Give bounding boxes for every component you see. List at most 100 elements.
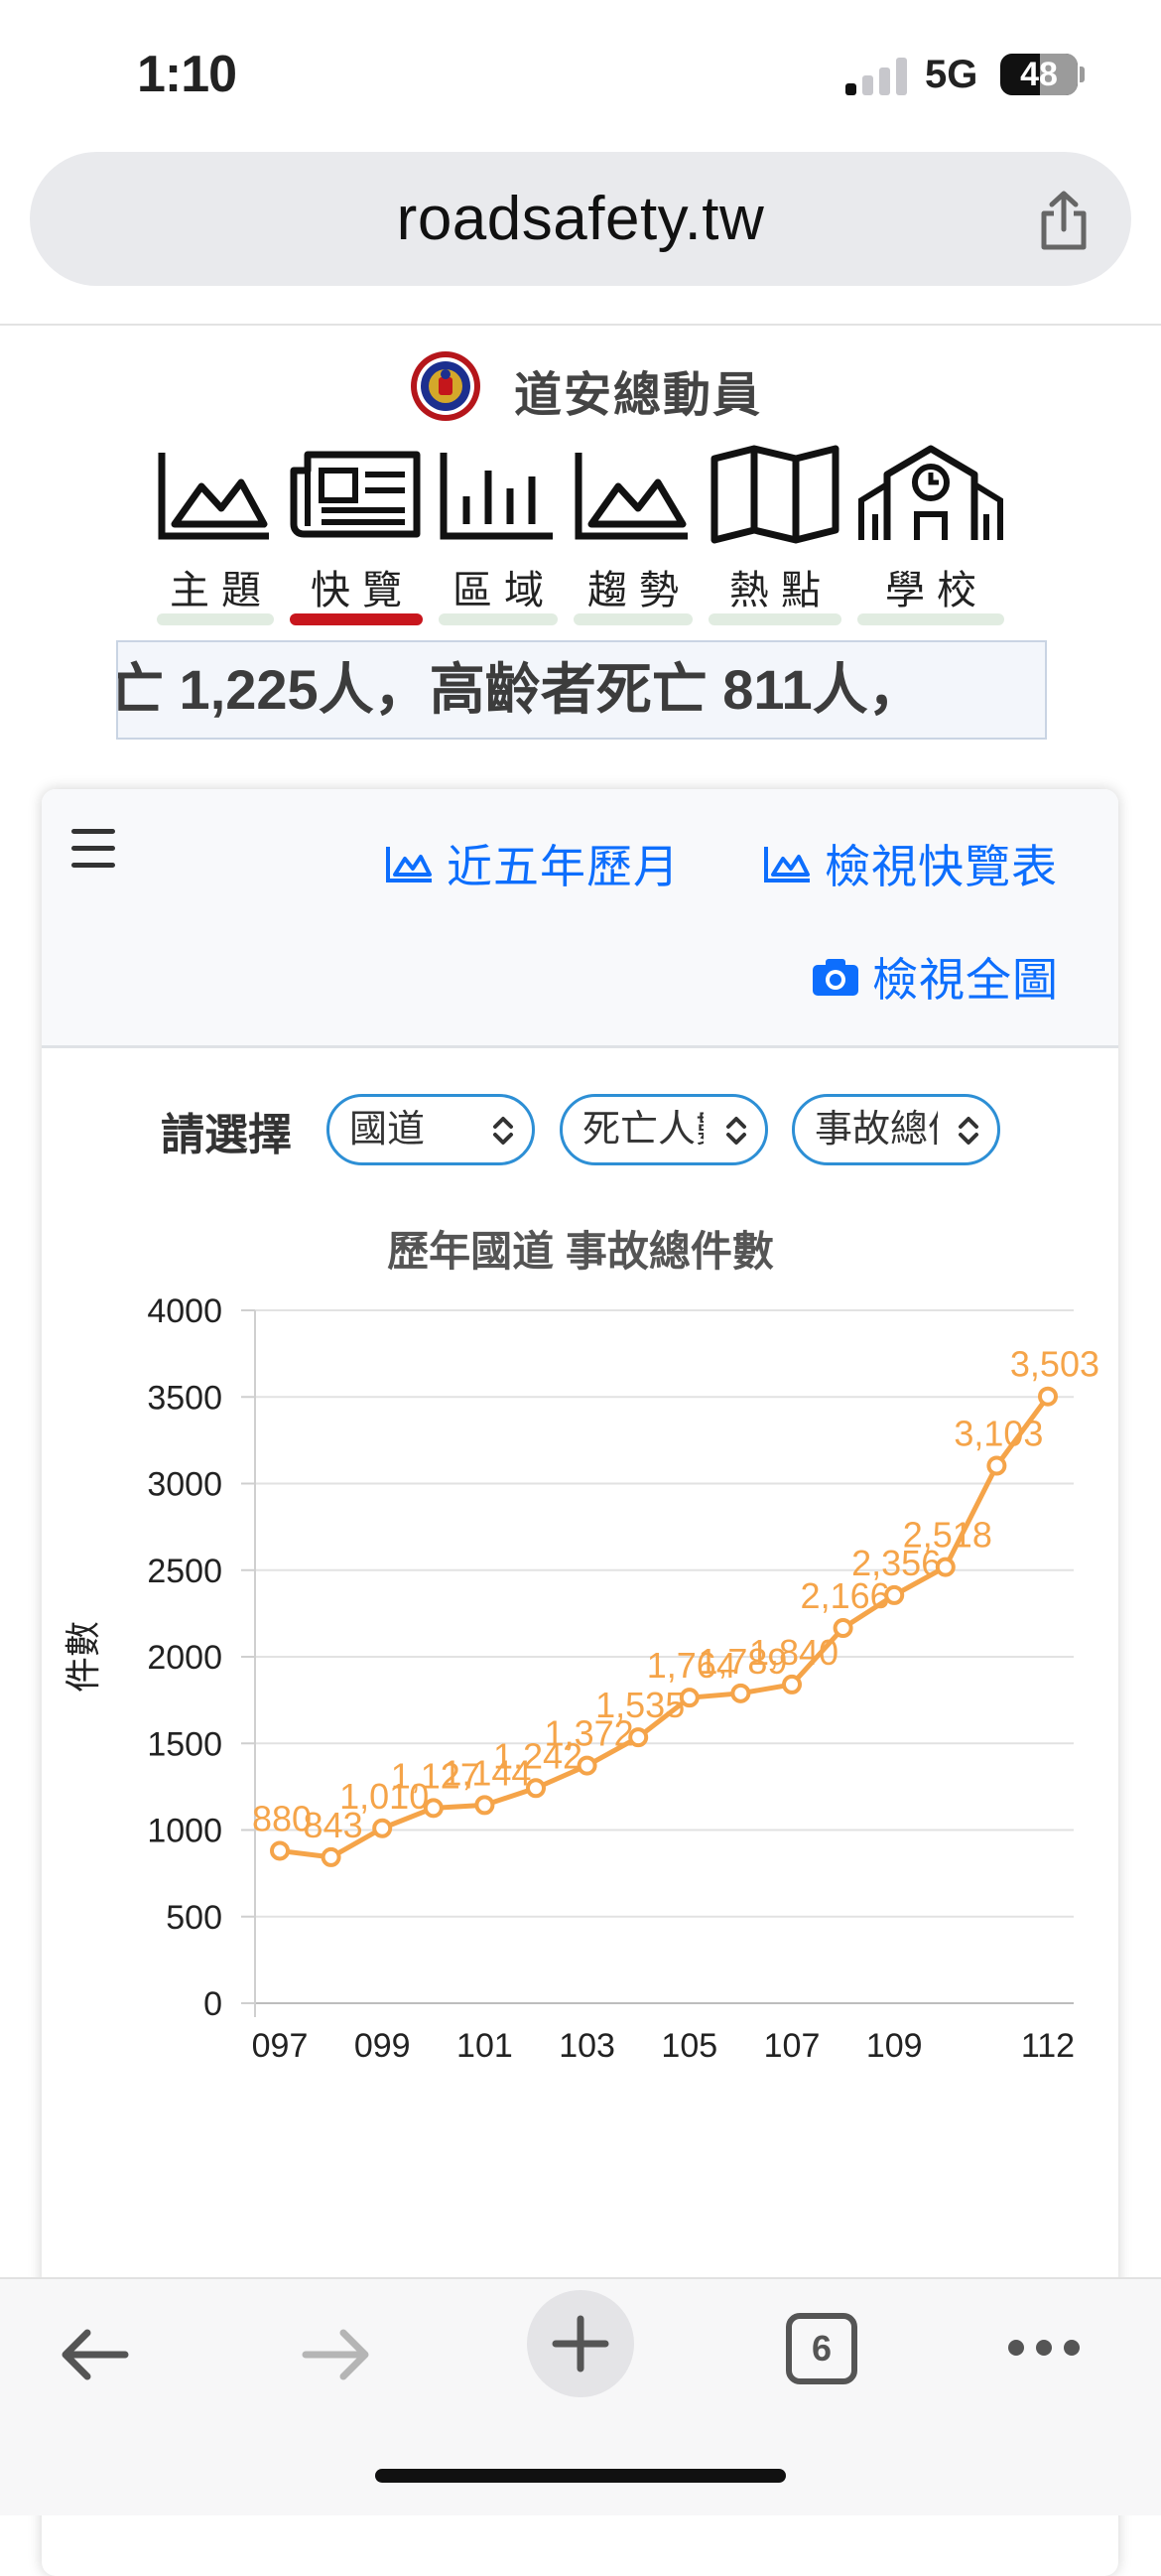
view-table-link[interactable]: 檢視快覽表: [763, 831, 1058, 896]
area-chart-icon: [764, 847, 810, 882]
x-tick-label: 109: [866, 2027, 923, 2065]
data-point: [474, 1795, 495, 1816]
forward-arrow-icon[interactable]: [300, 2325, 373, 2384]
area-chart-icon: [386, 847, 432, 882]
data-label: 3,503: [1010, 1344, 1099, 1385]
y-tick-label: 3500: [147, 1379, 222, 1417]
y-axis-label: 件數: [63, 1621, 103, 1693]
ticker-text: 亡 1,225人，高齡者死亡 811人，: [116, 658, 924, 721]
x-tick-label: 099: [354, 2027, 411, 2065]
camera-icon: [813, 959, 858, 996]
x-tick-label: 103: [559, 2027, 615, 2065]
battery-nub: [1080, 67, 1085, 82]
battery-icon: 48: [1000, 54, 1078, 95]
x-tick-label: 112: [1021, 2027, 1075, 2065]
y-tick-label: 2500: [147, 1553, 222, 1590]
road-type-value: 國道: [349, 1109, 426, 1151]
newspaper-icon: [290, 451, 421, 538]
nav-underline: [709, 613, 841, 625]
nav-item-overview[interactable]: 快覽: [290, 437, 423, 630]
nav-underline: [857, 613, 1004, 625]
nav-label: 主題: [170, 569, 273, 612]
data-point: [1038, 1386, 1058, 1407]
area-chart-icon: [158, 453, 269, 540]
police-emblem-icon: [411, 351, 480, 421]
bar-chart-icon: [440, 453, 553, 540]
nav-label: 趨勢: [587, 569, 691, 612]
hamburger-menu-icon[interactable]: [71, 829, 115, 869]
url-text[interactable]: roadsafety.tw: [30, 152, 1131, 286]
nav-underline: [574, 613, 693, 625]
y-tick-label: 0: [203, 1985, 222, 2023]
chart-title: 歷年國道 事故總件數: [387, 1228, 774, 1275]
x-tick-label: 101: [456, 2027, 513, 2065]
accident-type-select[interactable]: 事故總件數: [792, 1094, 1000, 1165]
nav-item-school[interactable]: 學校: [857, 437, 1004, 630]
y-tick-label: 1500: [147, 1725, 222, 1763]
nav-label: 學校: [885, 569, 988, 612]
data-point: [270, 1840, 290, 1861]
five-year-monthly-link[interactable]: 近五年歷月: [385, 831, 680, 896]
status-bar: 1:10 5G 48: [0, 0, 1161, 149]
y-tick-label: 3000: [147, 1466, 222, 1504]
battery-level: 48: [1020, 56, 1058, 93]
x-tick-label: 107: [764, 2027, 821, 2065]
nav-underline-active: [290, 613, 423, 625]
card-header: 近五年歷月 檢視快覽表 檢視全圖: [42, 789, 1118, 1048]
y-tick-label: 2000: [147, 1639, 222, 1677]
view-table-label[interactable]: 檢視快覽表: [825, 831, 1058, 896]
accident-trend-chart: 歷年國道 事故總件數 0 500 1000 1500 2000 2500 3000 3500 40…: [63, 1228, 1099, 2065]
nav-item-region[interactable]: 區域: [439, 437, 558, 630]
tab-count-button[interactable]: 6: [786, 2313, 857, 2384]
metric-select[interactable]: 死亡人數: [560, 1094, 768, 1165]
nav-label: 快覽: [311, 569, 414, 612]
home-indicator: [375, 2469, 786, 2483]
five-year-monthly-label[interactable]: 近五年歷月: [447, 831, 680, 896]
data-label: 3,103: [954, 1414, 1043, 1454]
data-label: 1,840: [749, 1632, 838, 1673]
nav-label: 區域: [452, 569, 556, 612]
nav-underline: [439, 613, 558, 625]
chevron-updown-icon: [493, 1117, 513, 1145]
y-tick-label: 4000: [147, 1292, 222, 1330]
data-label: 1,535: [595, 1685, 685, 1725]
chevron-updown-icon: [726, 1117, 746, 1145]
status-time: 1:10: [137, 46, 237, 103]
map-icon: [710, 445, 839, 544]
main-nav: 主題 快覽 區域 趨勢 熱點 學校: [0, 437, 1161, 635]
accident-type-value: 事故總件數: [815, 1109, 938, 1151]
view-full-chart-label[interactable]: 檢視全圖: [872, 944, 1059, 1010]
network-type: 5G: [925, 53, 978, 96]
more-options-icon[interactable]: [1006, 2335, 1082, 2361]
view-full-chart-link[interactable]: 檢視全圖: [811, 944, 1059, 1010]
data-label: 2,518: [903, 1515, 992, 1556]
x-tick-label: 105: [661, 2027, 717, 2065]
data-point: [321, 1846, 341, 1867]
address-bar[interactable]: roadsafety.tw: [30, 152, 1131, 286]
y-tick-label: 500: [166, 1899, 222, 1937]
nav-underline: [157, 613, 274, 625]
metric-value: 死亡人數: [582, 1109, 704, 1151]
nav-item-trend[interactable]: 趨勢: [574, 437, 693, 630]
nav-item-topic[interactable]: 主題: [157, 437, 274, 630]
nav-item-hotspot[interactable]: 熱點: [709, 437, 841, 630]
chevron-updown-icon: [959, 1117, 978, 1145]
data-point: [730, 1683, 751, 1703]
data-point: [372, 1818, 393, 1838]
new-tab-plus-icon[interactable]: [526, 2289, 635, 2398]
back-arrow-icon[interactable]: [58, 2325, 131, 2384]
share-icon[interactable]: [1036, 190, 1092, 251]
nav-label: 熱點: [729, 569, 833, 612]
y-tick-label: 1000: [147, 1813, 222, 1850]
x-tick-label: 097: [252, 2027, 309, 2065]
filter-label: 請選擇: [161, 1111, 292, 1159]
data-point: [986, 1455, 1007, 1476]
cellular-signal-icon: [845, 58, 909, 95]
road-type-select[interactable]: 國道: [326, 1094, 535, 1165]
url-divider: [0, 324, 1161, 326]
tab-count: 6: [811, 2328, 833, 2369]
trend-chart-icon: [575, 453, 688, 540]
news-ticker: 亡 1,225人，高齡者死亡 811人，: [116, 640, 1047, 740]
site-title: 道安總動員: [514, 369, 763, 422]
school-icon: [858, 445, 1003, 540]
